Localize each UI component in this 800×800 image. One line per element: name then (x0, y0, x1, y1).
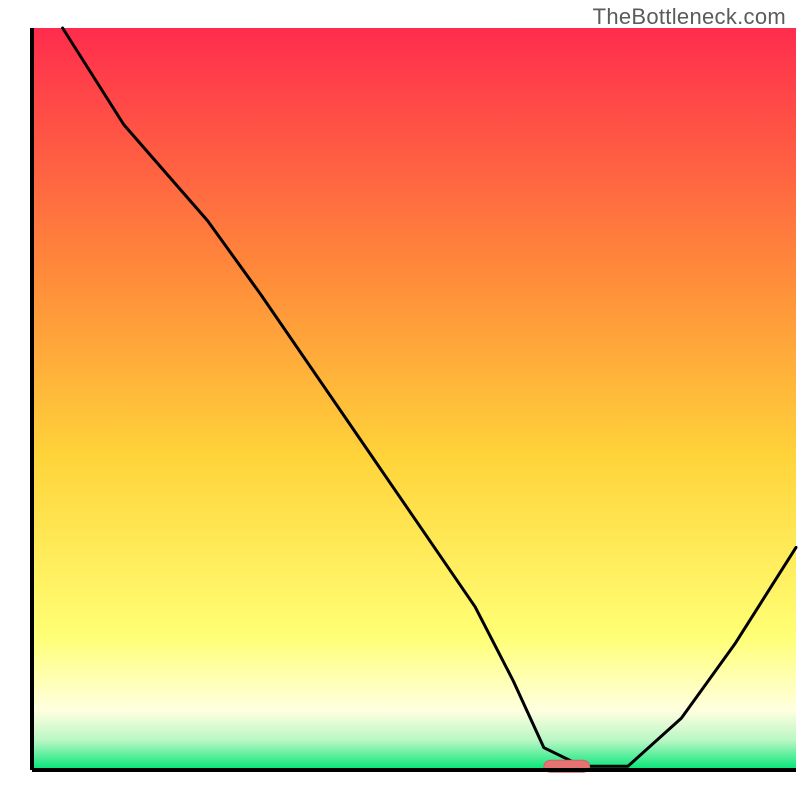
plot-background (32, 28, 796, 770)
chart-container: TheBottleneck.com (0, 0, 800, 800)
bottleneck-chart (0, 0, 800, 800)
watermark-text: TheBottleneck.com (593, 4, 786, 30)
